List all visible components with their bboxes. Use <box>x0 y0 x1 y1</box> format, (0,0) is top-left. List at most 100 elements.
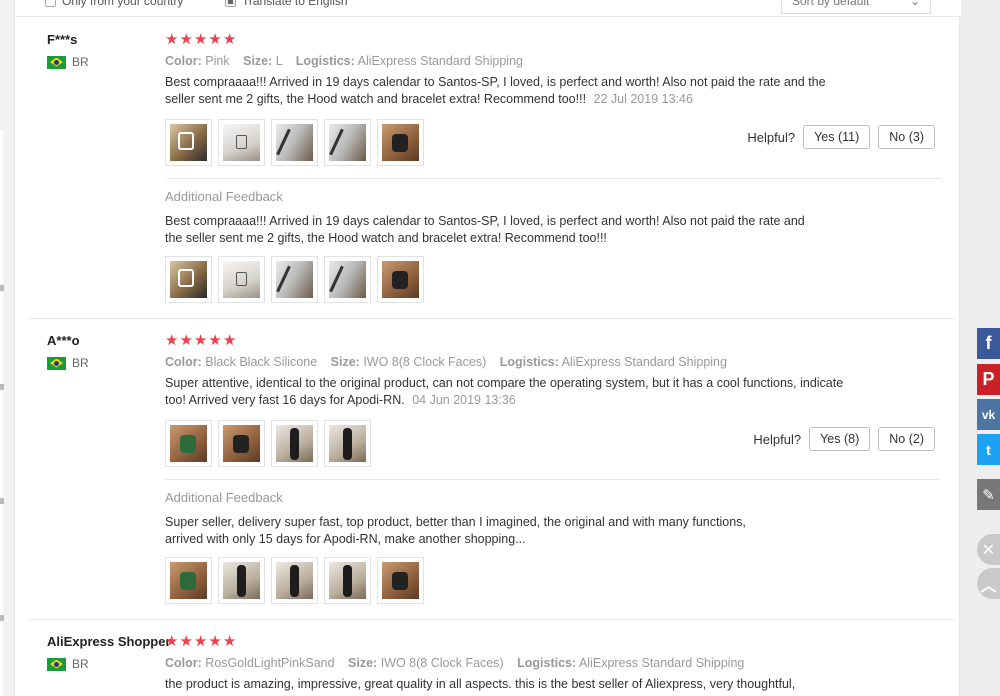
review-body: ★ ★ ★ ★ ★ Color: RosGoldLightPinkSand Si… <box>165 634 941 693</box>
star-icon: ★ <box>222 31 237 48</box>
review-text: Best compraaaa!!! Arrived in 19 days cal… <box>165 74 855 108</box>
review-photo[interactable] <box>218 119 265 166</box>
star-rating: ★ ★ ★ ★ ★ <box>165 634 941 650</box>
reviewer-name: F***s <box>47 32 78 47</box>
helpful-vote: Helpful? Yes (11) No (3) <box>747 125 935 149</box>
helpful-label: Helpful? <box>747 129 796 145</box>
checkbox-icon[interactable] <box>225 0 236 7</box>
size-value: L <box>275 54 283 68</box>
star-rating: ★ ★ ★ ★ ★ <box>165 333 941 349</box>
review-photo[interactable] <box>218 256 265 303</box>
additional-photos <box>165 256 941 303</box>
additional-feedback-text: Super seller, delivery super fast, top p… <box>165 515 746 546</box>
review-photo[interactable] <box>271 119 318 166</box>
review-date: 22 Jul 2019 13:46 <box>593 92 693 106</box>
reviewer-name: AliExpress Shopper <box>47 634 171 649</box>
review-text: the product is amazing, impressive, grea… <box>165 676 855 693</box>
color-value: Pink <box>205 54 230 68</box>
review-photo[interactable] <box>377 256 424 303</box>
star-icon: ★ <box>165 332 179 349</box>
review-photo[interactable] <box>324 557 371 604</box>
edit-icon[interactable]: ✎ <box>977 479 1000 510</box>
star-icon: ★ <box>193 31 208 48</box>
review-photo[interactable] <box>271 420 318 467</box>
back-to-top-icon[interactable]: ︿ <box>977 568 1000 599</box>
divider <box>165 479 941 480</box>
checkbox-icon[interactable] <box>45 0 56 7</box>
star-icon: ★ <box>165 31 179 48</box>
star-icon: ★ <box>222 633 237 650</box>
logistics-value: AliExpress Standard Shipping <box>578 656 745 670</box>
additional-feedback-text: Best compraaaa!!! Arrived in 19 days cal… <box>165 214 805 245</box>
color-value: Black Black Silicone <box>205 355 318 369</box>
country-code: BR <box>72 55 89 69</box>
review-photo[interactable] <box>271 256 318 303</box>
only-country-filter[interactable]: Only from your country <box>45 0 183 8</box>
review-separator <box>29 619 955 620</box>
facebook-share-icon[interactable]: f <box>977 328 1000 359</box>
review-photo[interactable] <box>377 119 424 166</box>
size-key: Size: <box>243 54 273 68</box>
helpful-label: Helpful? <box>753 431 802 447</box>
twitter-share-icon[interactable]: t <box>977 434 1000 465</box>
star-icon: ★ <box>208 31 222 48</box>
review-text-body: the product is amazing, impressive, grea… <box>165 677 796 691</box>
gutter-tick <box>0 384 4 390</box>
review-photo[interactable] <box>218 420 265 467</box>
chevron-down-icon: ⌄ <box>909 0 920 8</box>
brazil-flag-icon <box>47 55 66 69</box>
color-key: Color: <box>165 355 202 369</box>
helpful-no-button[interactable]: No (3) <box>878 125 935 149</box>
translate-filter[interactable]: Translate to English <box>225 0 348 8</box>
size-key: Size: <box>330 355 360 369</box>
review-photo[interactable] <box>218 557 265 604</box>
reviewer-country: BR <box>47 657 89 671</box>
color-key: Color: <box>165 656 202 670</box>
reviews-panel: Only from your country Translate to Engl… <box>14 0 961 696</box>
helpful-yes-button[interactable]: Yes (11) <box>803 125 871 149</box>
review-photo[interactable] <box>271 557 318 604</box>
country-code: BR <box>72 657 89 671</box>
logistics-value: AliExpress Standard Shipping <box>357 54 523 68</box>
review-photo[interactable] <box>324 420 371 467</box>
review-photo[interactable] <box>165 420 212 467</box>
helpful-yes-button[interactable]: Yes (8) <box>809 427 871 451</box>
sort-select[interactable]: Sort by default ⌄ <box>781 0 931 14</box>
logistics-key: Logistics: <box>295 54 355 68</box>
divider <box>165 178 941 179</box>
product-attributes: Color: RosGoldLightPinkSand Size: IWO 8(… <box>165 656 941 670</box>
review-photo[interactable] <box>324 119 371 166</box>
star-icon: ★ <box>179 633 193 650</box>
reviewer-country: BR <box>47 356 89 370</box>
additional-feedback: Additional Feedback Super seller, delive… <box>165 490 941 604</box>
review-photo[interactable] <box>165 557 212 604</box>
size-key: Size: <box>348 656 378 670</box>
review-text-body: Best compraaaa!!! Arrived in 19 days cal… <box>165 75 826 106</box>
additional-feedback-label: Additional Feedback <box>165 189 283 204</box>
reviewer-country: BR <box>47 55 89 69</box>
review-photo[interactable] <box>165 256 212 303</box>
helpful-vote: Helpful? Yes (8) No (2) <box>753 427 935 451</box>
review-photo[interactable] <box>377 557 424 604</box>
review-photo[interactable] <box>165 119 212 166</box>
review-photo[interactable] <box>324 256 371 303</box>
star-icon: ★ <box>179 332 193 349</box>
color-value: RosGoldLightPinkSand <box>205 656 335 670</box>
gutter-tick <box>0 615 4 621</box>
logistics-key: Logistics: <box>517 656 577 670</box>
review-separator <box>29 318 955 319</box>
logistics-key: Logistics: <box>499 355 559 369</box>
additional-feedback-label: Additional Feedback <box>165 490 283 505</box>
logistics-value: AliExpress Standard Shipping <box>561 355 727 369</box>
additional-photos <box>165 557 941 604</box>
star-icon: ★ <box>179 31 193 48</box>
additional-feedback: Additional Feedback Best compraaaa!!! Ar… <box>165 189 941 303</box>
close-icon[interactable]: ✕ <box>977 534 1000 565</box>
vk-share-icon[interactable]: vk <box>977 399 1000 430</box>
sort-label: Sort by default <box>792 0 870 8</box>
star-icon: ★ <box>193 332 208 349</box>
gutter-tick <box>0 498 4 504</box>
pinterest-share-icon[interactable]: P <box>977 364 1000 395</box>
helpful-no-button[interactable]: No (2) <box>878 427 935 451</box>
review-date: 04 Jun 2019 13:36 <box>412 393 516 407</box>
